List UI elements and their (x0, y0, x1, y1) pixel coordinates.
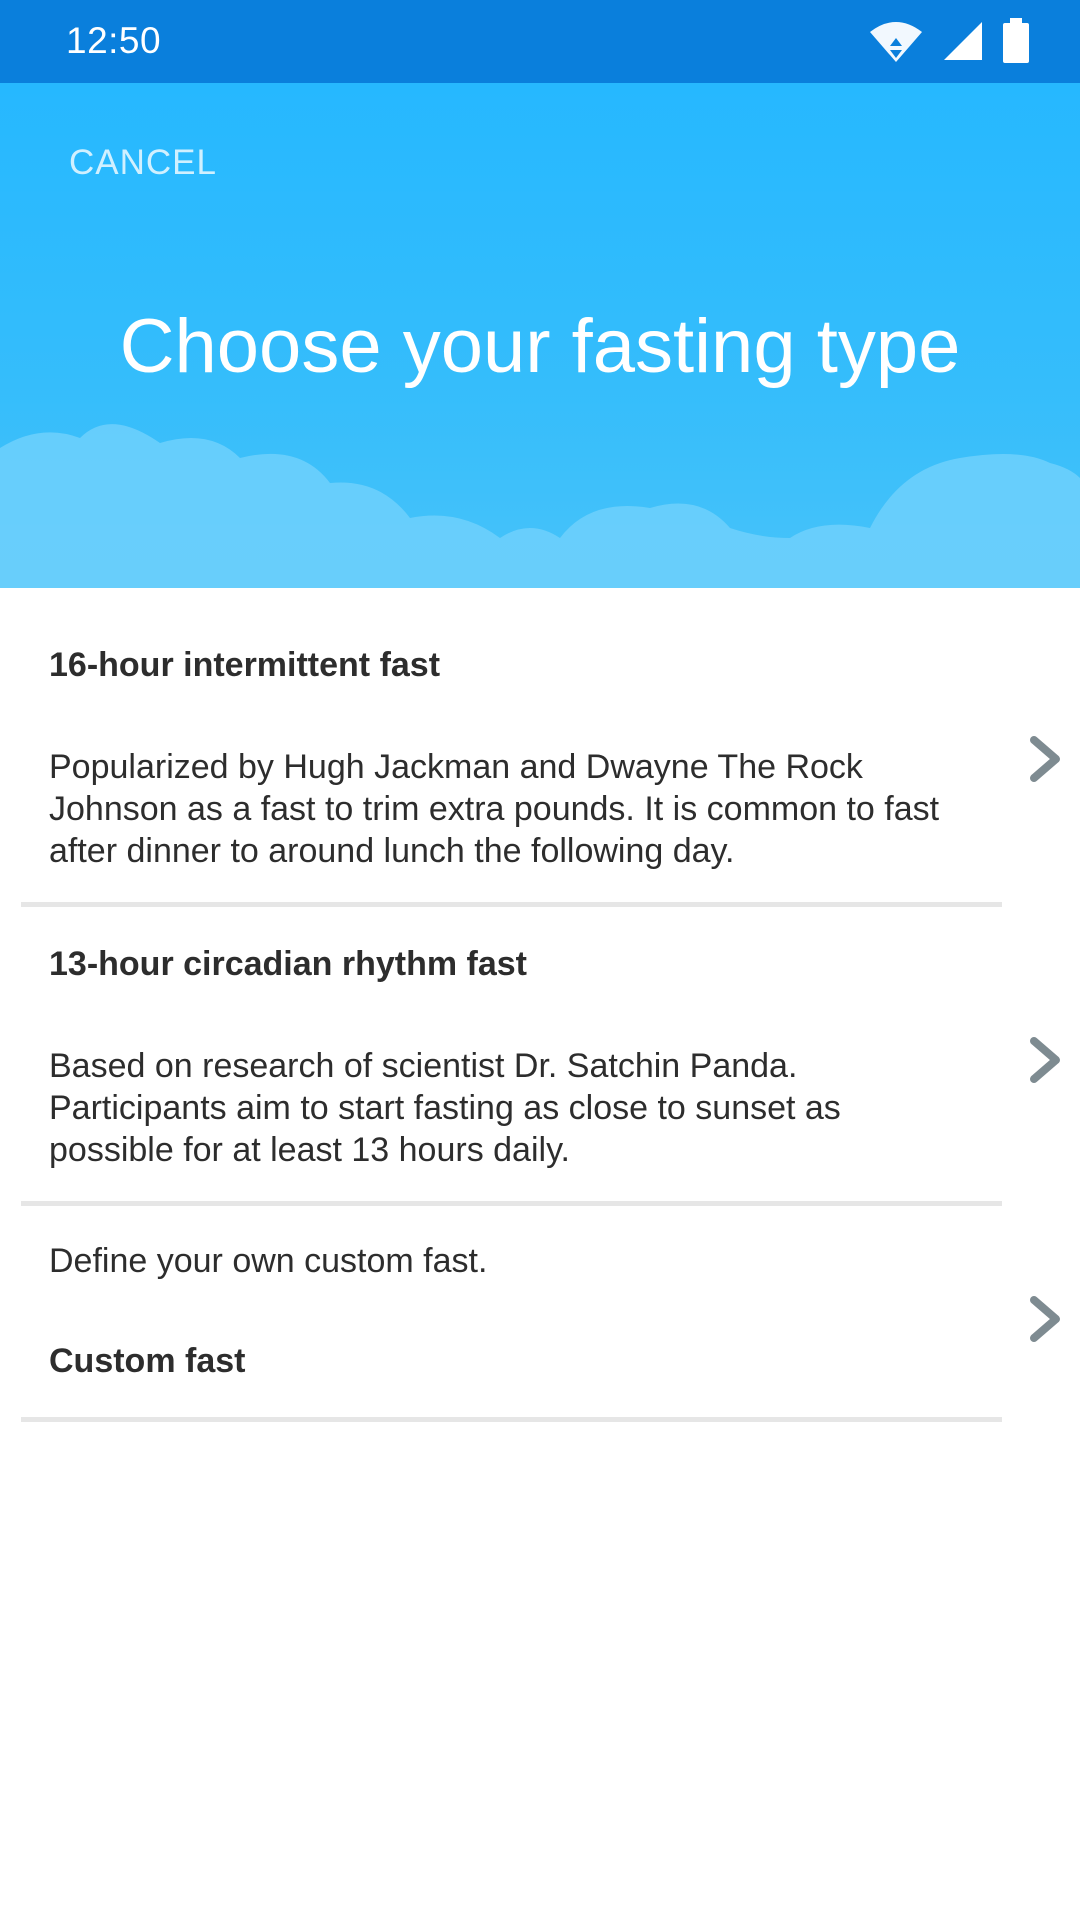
status-bar: 12:50 (0, 0, 1080, 83)
option-custom-fast[interactable]: Define your own custom fast. Custom fast (21, 1206, 1060, 1422)
option-13-hour-fast[interactable]: 13-hour circadian rhythm fast Based on r… (21, 907, 1060, 1206)
chevron-right-icon (1030, 736, 1060, 782)
battery-icon (1003, 18, 1029, 63)
option-16-hour-fast[interactable]: 16-hour intermittent fast Popularized by… (21, 588, 1060, 907)
status-icons (868, 18, 1030, 64)
chevron-right-icon (1030, 1037, 1060, 1083)
clouds-decoration (0, 424, 1080, 588)
page-title: Choose your fasting type (119, 304, 961, 389)
wifi-icon (870, 22, 922, 62)
cell-signal-icon (944, 22, 982, 60)
option-title: 13-hour circadian rhythm fast (49, 945, 528, 983)
chevron-right-icon (1030, 1296, 1060, 1342)
fasting-type-list: 16-hour intermittent fast Popularized by… (0, 588, 1080, 1422)
status-time: 12:50 (66, 20, 162, 61)
cancel-button[interactable]: CANCEL (69, 143, 217, 183)
option-description: Based on research of scientist Dr. Satch… (49, 1047, 841, 1169)
option-description: Define your own custom fast. (49, 1242, 488, 1280)
header-banner: CANCEL Choose your fasting type (0, 83, 1080, 588)
option-description: Popularized by Hugh Jackman and Dwayne T… (49, 748, 940, 870)
option-title: Custom fast (49, 1342, 246, 1380)
option-title: 16-hour intermittent fast (49, 646, 441, 684)
